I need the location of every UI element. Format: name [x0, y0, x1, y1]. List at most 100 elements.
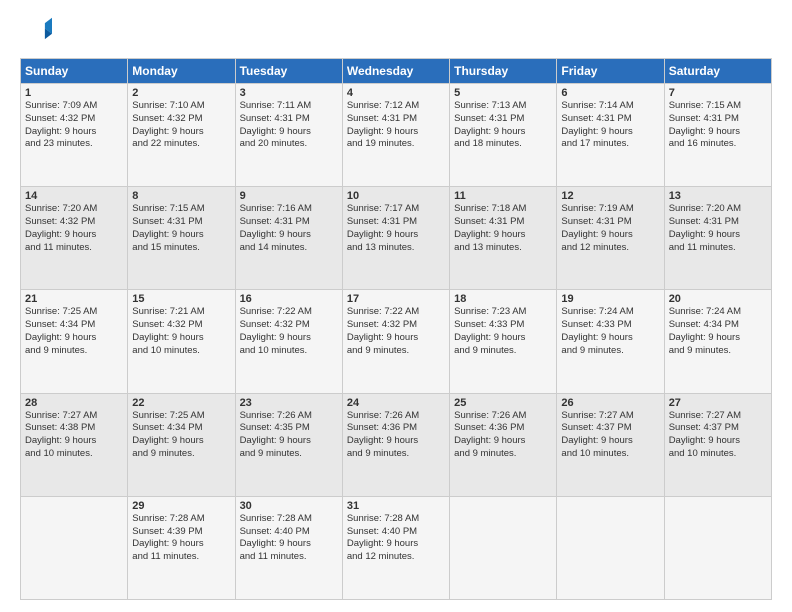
day-number: 26 [561, 397, 659, 409]
day-info: Sunrise: 7:22 AM Sunset: 4:32 PM Dayligh… [347, 306, 445, 357]
day-info: Sunrise: 7:27 AM Sunset: 4:37 PM Dayligh… [669, 410, 767, 461]
day-info: Sunrise: 7:13 AM Sunset: 4:31 PM Dayligh… [454, 100, 552, 151]
logo [20, 16, 54, 48]
day-info: Sunrise: 7:09 AM Sunset: 4:32 PM Dayligh… [25, 100, 123, 151]
day-info: Sunrise: 7:25 AM Sunset: 4:34 PM Dayligh… [25, 306, 123, 357]
day-info: Sunrise: 7:14 AM Sunset: 4:31 PM Dayligh… [561, 100, 659, 151]
day-info: Sunrise: 7:11 AM Sunset: 4:31 PM Dayligh… [240, 100, 338, 151]
calendar-week-2: 14 Sunrise: 7:20 AM Sunset: 4:32 PM Dayl… [21, 187, 772, 290]
calendar-table: SundayMondayTuesdayWednesdayThursdayFrid… [20, 58, 772, 600]
logo-icon [20, 16, 52, 48]
day-info: Sunrise: 7:10 AM Sunset: 4:32 PM Dayligh… [132, 100, 230, 151]
calendar-cell: 6 Sunrise: 7:14 AM Sunset: 4:31 PM Dayli… [557, 84, 664, 187]
day-info: Sunrise: 7:19 AM Sunset: 4:31 PM Dayligh… [561, 203, 659, 254]
calendar-cell: 15 Sunrise: 7:21 AM Sunset: 4:32 PM Dayl… [128, 290, 235, 393]
calendar-cell: 2 Sunrise: 7:10 AM Sunset: 4:32 PM Dayli… [128, 84, 235, 187]
day-info: Sunrise: 7:27 AM Sunset: 4:38 PM Dayligh… [25, 410, 123, 461]
day-number: 10 [347, 190, 445, 202]
day-number: 12 [561, 190, 659, 202]
day-number: 22 [132, 397, 230, 409]
day-info: Sunrise: 7:24 AM Sunset: 4:33 PM Dayligh… [561, 306, 659, 357]
day-header-tuesday: Tuesday [235, 59, 342, 84]
day-info: Sunrise: 7:22 AM Sunset: 4:32 PM Dayligh… [240, 306, 338, 357]
calendar-cell: 16 Sunrise: 7:22 AM Sunset: 4:32 PM Dayl… [235, 290, 342, 393]
calendar-cell: 24 Sunrise: 7:26 AM Sunset: 4:36 PM Dayl… [342, 393, 449, 496]
day-info: Sunrise: 7:25 AM Sunset: 4:34 PM Dayligh… [132, 410, 230, 461]
day-number: 2 [132, 87, 230, 99]
day-info: Sunrise: 7:28 AM Sunset: 4:40 PM Dayligh… [347, 513, 445, 564]
day-number: 1 [25, 87, 123, 99]
calendar-cell: 23 Sunrise: 7:26 AM Sunset: 4:35 PM Dayl… [235, 393, 342, 496]
calendar-cell: 3 Sunrise: 7:11 AM Sunset: 4:31 PM Dayli… [235, 84, 342, 187]
day-info: Sunrise: 7:28 AM Sunset: 4:40 PM Dayligh… [240, 513, 338, 564]
day-number: 8 [132, 190, 230, 202]
day-info: Sunrise: 7:16 AM Sunset: 4:31 PM Dayligh… [240, 203, 338, 254]
day-number: 24 [347, 397, 445, 409]
day-info: Sunrise: 7:28 AM Sunset: 4:39 PM Dayligh… [132, 513, 230, 564]
day-info: Sunrise: 7:17 AM Sunset: 4:31 PM Dayligh… [347, 203, 445, 254]
calendar-week-3: 21 Sunrise: 7:25 AM Sunset: 4:34 PM Dayl… [21, 290, 772, 393]
calendar-week-5: 29 Sunrise: 7:28 AM Sunset: 4:39 PM Dayl… [21, 496, 772, 599]
calendar-cell: 14 Sunrise: 7:20 AM Sunset: 4:32 PM Dayl… [21, 187, 128, 290]
calendar-cell: 26 Sunrise: 7:27 AM Sunset: 4:37 PM Dayl… [557, 393, 664, 496]
day-header-friday: Friday [557, 59, 664, 84]
calendar-cell: 12 Sunrise: 7:19 AM Sunset: 4:31 PM Dayl… [557, 187, 664, 290]
day-info: Sunrise: 7:15 AM Sunset: 4:31 PM Dayligh… [132, 203, 230, 254]
calendar-cell: 9 Sunrise: 7:16 AM Sunset: 4:31 PM Dayli… [235, 187, 342, 290]
day-number: 21 [25, 293, 123, 305]
day-number: 20 [669, 293, 767, 305]
day-number: 29 [132, 500, 230, 512]
calendar-cell: 1 Sunrise: 7:09 AM Sunset: 4:32 PM Dayli… [21, 84, 128, 187]
calendar-cell: 8 Sunrise: 7:15 AM Sunset: 4:31 PM Dayli… [128, 187, 235, 290]
day-number: 27 [669, 397, 767, 409]
calendar-header-row: SundayMondayTuesdayWednesdayThursdayFrid… [21, 59, 772, 84]
day-number: 30 [240, 500, 338, 512]
calendar-cell: 30 Sunrise: 7:28 AM Sunset: 4:40 PM Dayl… [235, 496, 342, 599]
calendar-cell: 28 Sunrise: 7:27 AM Sunset: 4:38 PM Dayl… [21, 393, 128, 496]
day-number: 18 [454, 293, 552, 305]
day-info: Sunrise: 7:20 AM Sunset: 4:31 PM Dayligh… [669, 203, 767, 254]
day-info: Sunrise: 7:15 AM Sunset: 4:31 PM Dayligh… [669, 100, 767, 151]
calendar-cell: 10 Sunrise: 7:17 AM Sunset: 4:31 PM Dayl… [342, 187, 449, 290]
day-number: 3 [240, 87, 338, 99]
day-header-monday: Monday [128, 59, 235, 84]
calendar-cell [450, 496, 557, 599]
calendar-cell [664, 496, 771, 599]
day-info: Sunrise: 7:24 AM Sunset: 4:34 PM Dayligh… [669, 306, 767, 357]
day-header-wednesday: Wednesday [342, 59, 449, 84]
calendar-cell: 29 Sunrise: 7:28 AM Sunset: 4:39 PM Dayl… [128, 496, 235, 599]
day-number: 4 [347, 87, 445, 99]
day-info: Sunrise: 7:23 AM Sunset: 4:33 PM Dayligh… [454, 306, 552, 357]
day-number: 5 [454, 87, 552, 99]
calendar-cell: 17 Sunrise: 7:22 AM Sunset: 4:32 PM Dayl… [342, 290, 449, 393]
calendar-week-4: 28 Sunrise: 7:27 AM Sunset: 4:38 PM Dayl… [21, 393, 772, 496]
day-number: 28 [25, 397, 123, 409]
calendar-cell: 20 Sunrise: 7:24 AM Sunset: 4:34 PM Dayl… [664, 290, 771, 393]
day-number: 19 [561, 293, 659, 305]
calendar-cell: 13 Sunrise: 7:20 AM Sunset: 4:31 PM Dayl… [664, 187, 771, 290]
day-number: 16 [240, 293, 338, 305]
day-info: Sunrise: 7:26 AM Sunset: 4:35 PM Dayligh… [240, 410, 338, 461]
day-number: 31 [347, 500, 445, 512]
calendar-cell: 19 Sunrise: 7:24 AM Sunset: 4:33 PM Dayl… [557, 290, 664, 393]
day-header-sunday: Sunday [21, 59, 128, 84]
calendar-cell [21, 496, 128, 599]
calendar-cell [557, 496, 664, 599]
day-info: Sunrise: 7:27 AM Sunset: 4:37 PM Dayligh… [561, 410, 659, 461]
day-info: Sunrise: 7:20 AM Sunset: 4:32 PM Dayligh… [25, 203, 123, 254]
day-info: Sunrise: 7:12 AM Sunset: 4:31 PM Dayligh… [347, 100, 445, 151]
calendar-cell: 27 Sunrise: 7:27 AM Sunset: 4:37 PM Dayl… [664, 393, 771, 496]
calendar-cell: 7 Sunrise: 7:15 AM Sunset: 4:31 PM Dayli… [664, 84, 771, 187]
day-info: Sunrise: 7:26 AM Sunset: 4:36 PM Dayligh… [454, 410, 552, 461]
day-number: 13 [669, 190, 767, 202]
day-number: 9 [240, 190, 338, 202]
day-number: 23 [240, 397, 338, 409]
calendar-cell: 21 Sunrise: 7:25 AM Sunset: 4:34 PM Dayl… [21, 290, 128, 393]
day-info: Sunrise: 7:18 AM Sunset: 4:31 PM Dayligh… [454, 203, 552, 254]
day-number: 7 [669, 87, 767, 99]
day-number: 17 [347, 293, 445, 305]
calendar-week-1: 1 Sunrise: 7:09 AM Sunset: 4:32 PM Dayli… [21, 84, 772, 187]
day-info: Sunrise: 7:26 AM Sunset: 4:36 PM Dayligh… [347, 410, 445, 461]
calendar-cell: 4 Sunrise: 7:12 AM Sunset: 4:31 PM Dayli… [342, 84, 449, 187]
day-number: 11 [454, 190, 552, 202]
